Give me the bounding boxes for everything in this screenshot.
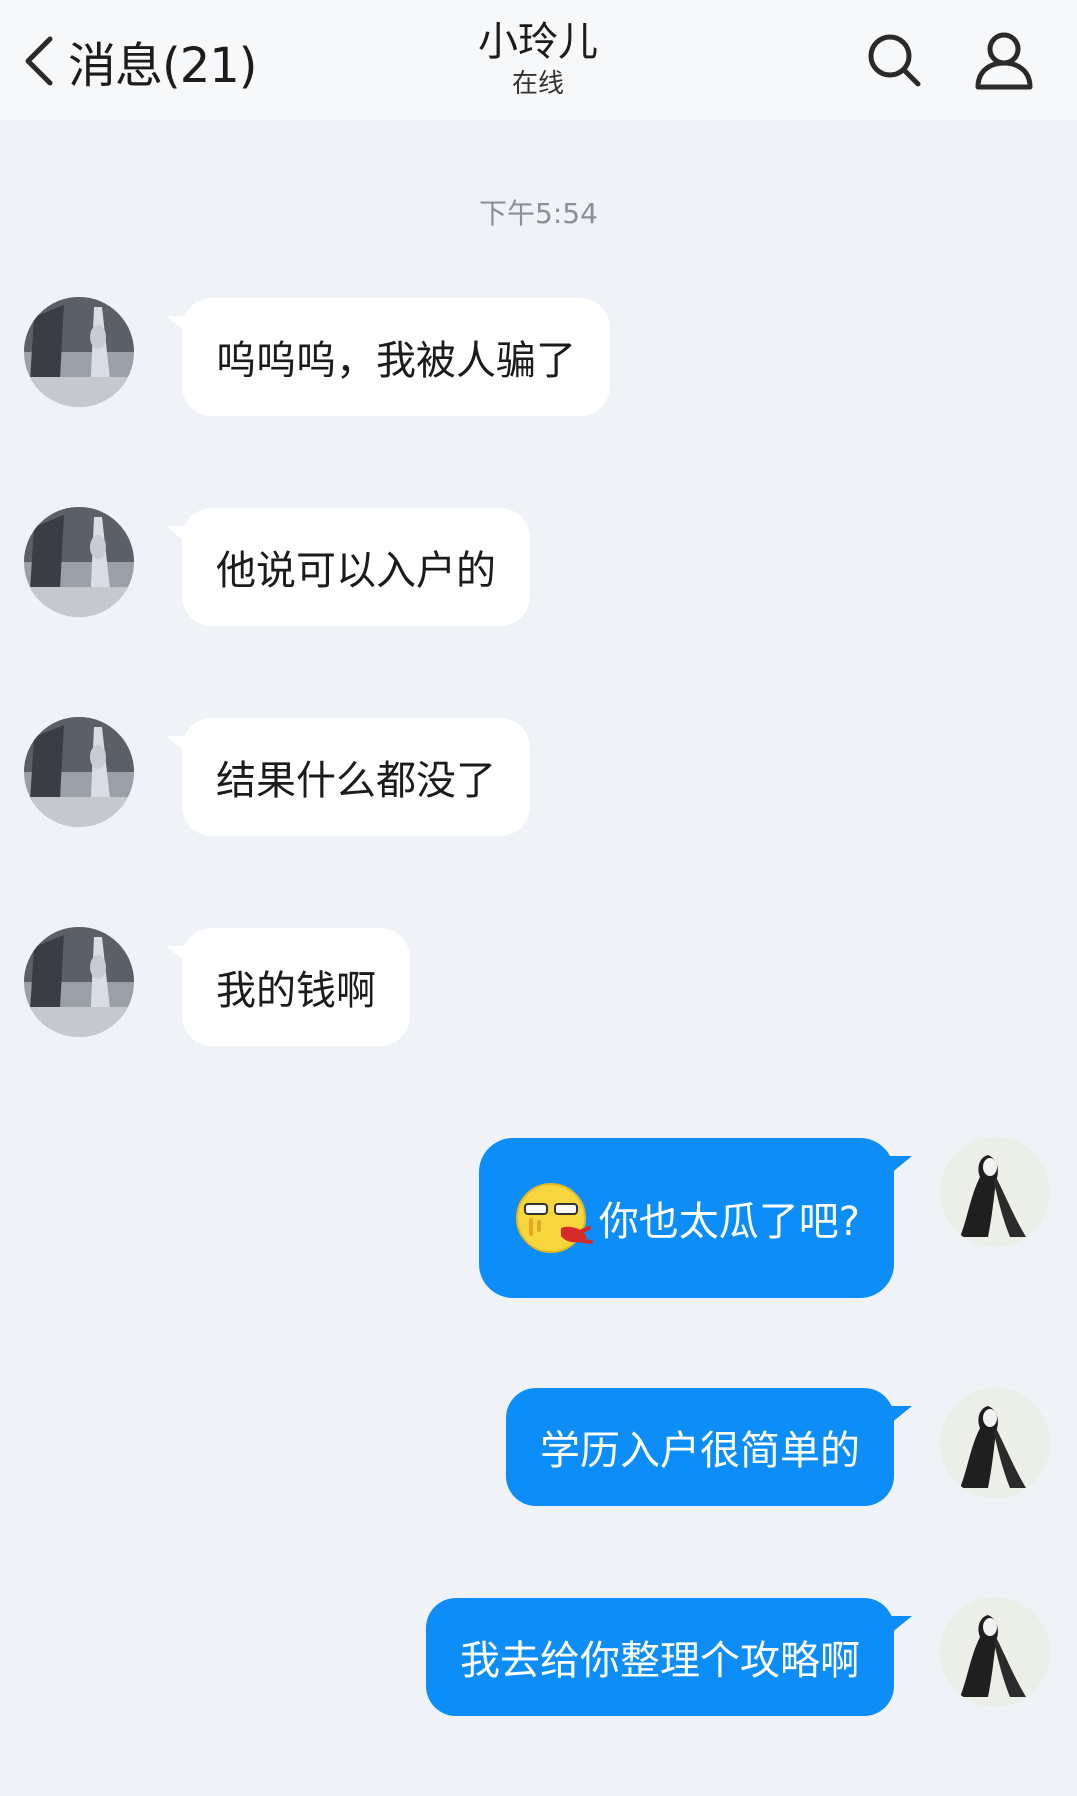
contact-status: 在线 [511,69,564,99]
contact-avatar-image [24,507,134,617]
contact-avatar[interactable] [24,297,134,407]
message-bubble-incoming[interactable]: 呜呜呜，我被人骗了 [182,298,610,416]
user-avatar[interactable] [940,1597,1050,1707]
back-label: 消息(21) [68,38,258,94]
message-text: 我去给你整理个攻略啊 [460,1638,860,1684]
contact-avatar[interactable] [24,927,134,1037]
user-avatar-image [940,1137,1050,1247]
back-button[interactable]: 消息(21) [22,26,258,96]
message-text: 你也太瓜了吧? [598,1199,860,1245]
search-button[interactable] [858,24,930,96]
user-avatar[interactable] [940,1388,1050,1498]
message-bubble-incoming[interactable]: 我的钱啊 [182,928,410,1046]
chat-header: 消息(21) 小玲儿 在线 [0,0,1077,120]
chevron-left-icon [25,36,53,86]
contact-info[interactable]: 小玲儿 在线 [338,16,738,100]
message-text: 他说可以入户的 [216,548,496,594]
contact-avatar[interactable] [24,717,134,827]
message-text: 我的钱啊 [216,968,376,1014]
contact-avatar-image [24,717,134,827]
user-avatar-image [940,1388,1050,1498]
message-text: 呜呜呜，我被人骗了 [216,338,576,384]
nosebleed-emoji-icon [515,1183,593,1253]
profile-icon [975,32,1033,90]
user-avatar-image [940,1597,1050,1707]
message-text: 结果什么都没了 [216,758,496,804]
message-bubble-outgoing[interactable]: 我去给你整理个攻略啊 [426,1598,894,1716]
message-text: 学历入户很简单的 [540,1428,860,1474]
contact-avatar-image [24,927,134,1037]
message-bubble-incoming[interactable]: 他说可以入户的 [182,508,530,626]
message-bubble-incoming[interactable]: 结果什么都没了 [182,718,530,836]
user-avatar[interactable] [940,1137,1050,1247]
contact-avatar-image [24,297,134,407]
search-icon [868,34,921,87]
message-timestamp: 下午5:54 [479,197,598,230]
contact-name: 小玲儿 [478,19,598,65]
message-bubble-outgoing[interactable]: 学历入户很简单的 [506,1388,894,1506]
message-bubble-outgoing[interactable]: 你也太瓜了吧? [478,1138,894,1298]
profile-button[interactable] [968,24,1040,96]
contact-avatar[interactable] [24,507,134,617]
